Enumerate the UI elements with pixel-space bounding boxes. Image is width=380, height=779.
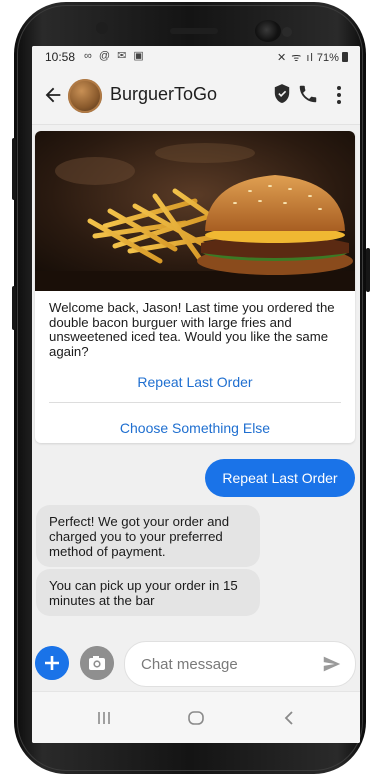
composer [32, 631, 360, 691]
bixby-button [12, 286, 16, 330]
burger-photo [35, 131, 355, 291]
back-arrow-icon[interactable] [42, 84, 64, 106]
app-bar: BurguerToGo [32, 68, 360, 125]
shield-icon[interactable] [273, 83, 291, 105]
more-vert-icon[interactable] [335, 83, 343, 107]
front-camera [255, 20, 281, 42]
front-sensor [96, 22, 108, 34]
phone-icon[interactable] [297, 83, 319, 105]
screen: 10:58 ∞ @ ✉ ▣ ✕ ᯤ ıl 71% BurguerToGo Wel… [32, 46, 360, 743]
choose-something-else-button[interactable]: Choose Something Else [35, 420, 355, 436]
repeat-last-order-button[interactable]: Repeat Last Order [35, 374, 355, 390]
send-icon[interactable] [321, 653, 343, 675]
bot-message-bubble: Perfect! We got your order and charged y… [36, 505, 260, 567]
signal-icon: ✕ ᯤ ıl [276, 52, 314, 64]
chat-input-box [124, 641, 356, 687]
home-nav-icon[interactable] [184, 706, 208, 730]
rich-card: Welcome back, Jason! Last time you order… [35, 131, 355, 443]
page-title: BurguerToGo [110, 84, 218, 104]
proximity-sensor [282, 27, 292, 37]
add-icon[interactable] [35, 646, 69, 680]
recents-nav-icon[interactable] [92, 706, 116, 730]
chat-message-input[interactable] [139, 652, 313, 676]
status-time: 10:58 [45, 50, 76, 64]
volume-button [12, 138, 16, 200]
bot-message-bubble: You can pick up your order in 15 minutes… [36, 569, 260, 616]
battery-level: 71% [316, 52, 339, 64]
user-message-bubble: Repeat Last Order [205, 459, 355, 497]
power-button [366, 248, 370, 292]
speaker-grille [170, 28, 218, 34]
divider [49, 402, 341, 403]
avatar[interactable] [68, 79, 102, 113]
battery-icon [342, 52, 348, 62]
welcome-message: Welcome back, Jason! Last time you order… [49, 300, 335, 359]
camera-icon[interactable] [80, 646, 114, 680]
system-nav-bar [32, 691, 360, 743]
status-bar: 10:58 ∞ @ ✉ ▣ ✕ ᯤ ıl 71% [32, 46, 360, 68]
back-nav-icon[interactable] [278, 706, 302, 730]
notification-icons: ∞ @ ✉ ▣ [84, 50, 146, 62]
status-right: ✕ ᯤ ıl 71% [277, 50, 348, 65]
